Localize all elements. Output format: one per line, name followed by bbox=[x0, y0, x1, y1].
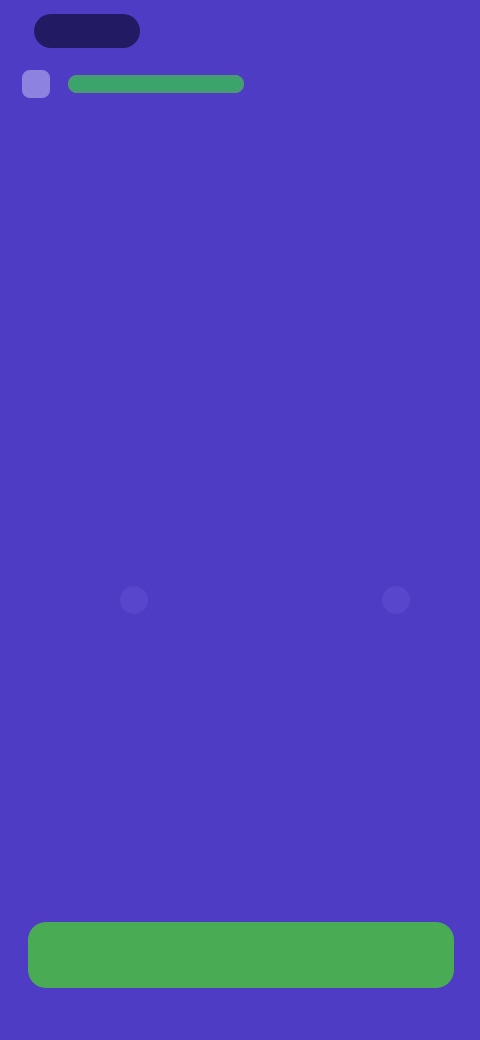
status-bar-pill bbox=[34, 14, 140, 48]
back-icon[interactable] bbox=[22, 70, 50, 98]
form-field-4[interactable] bbox=[44, 486, 436, 538]
choice-option-1[interactable] bbox=[120, 586, 148, 614]
form-section bbox=[44, 300, 436, 538]
form-field-1[interactable] bbox=[44, 330, 436, 382]
form-field-3[interactable] bbox=[44, 434, 436, 486]
form-field-2[interactable] bbox=[44, 382, 436, 434]
continue-button[interactable] bbox=[28, 922, 454, 988]
choice-option-2[interactable] bbox=[382, 586, 410, 614]
helper-link[interactable] bbox=[136, 638, 344, 664]
top-bar bbox=[22, 66, 462, 102]
progress-bar bbox=[68, 75, 244, 93]
choice-row bbox=[120, 586, 410, 614]
